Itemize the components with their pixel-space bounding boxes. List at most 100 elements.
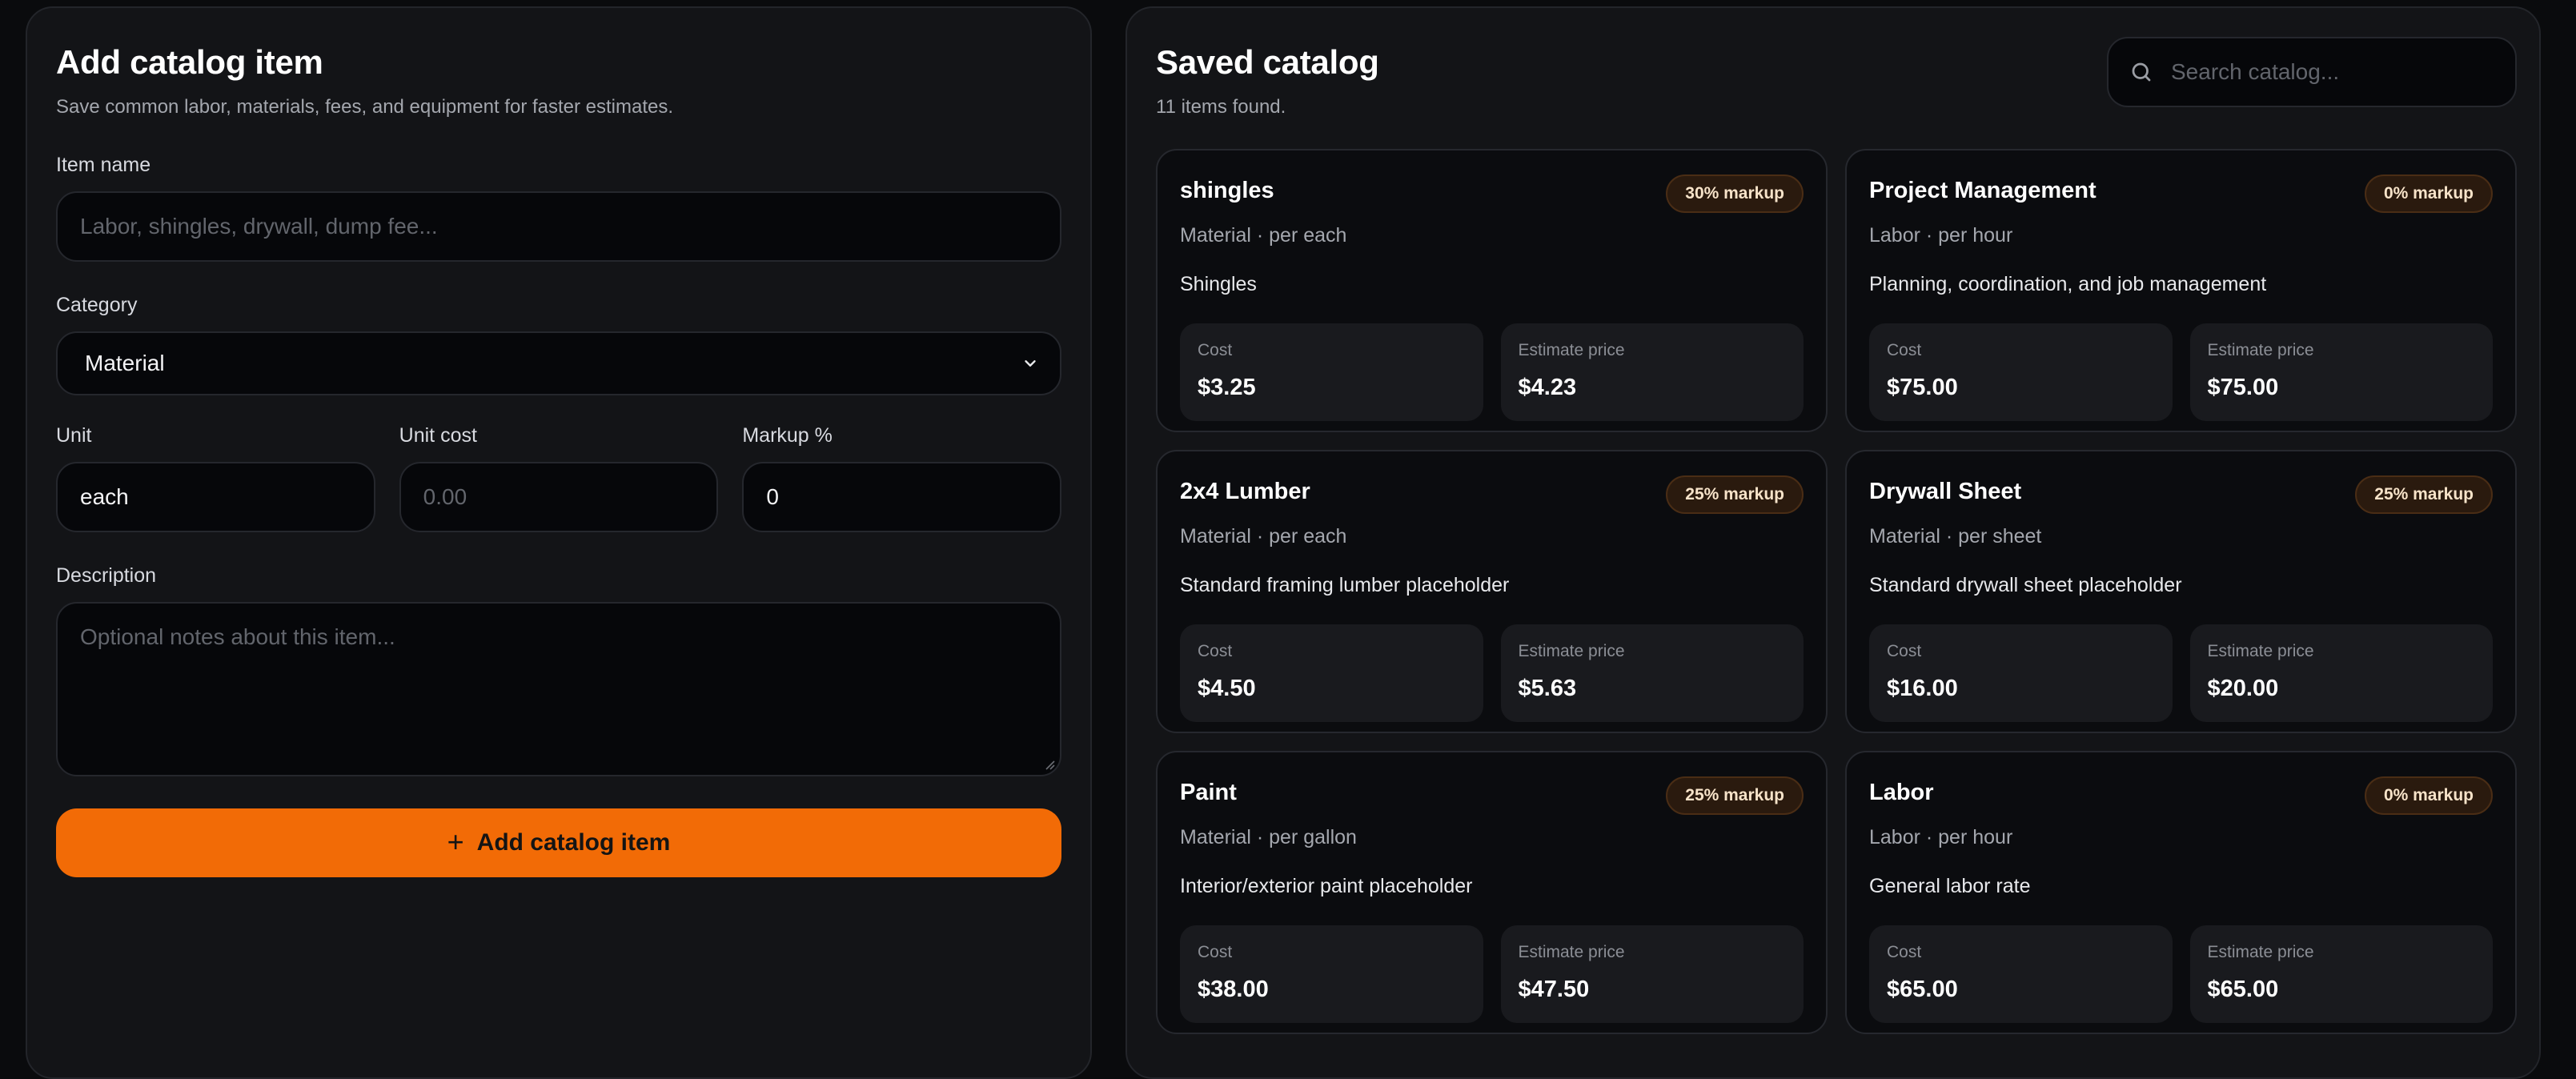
estimate-price-label: Estimate price — [2207, 341, 2314, 359]
catalog-card[interactable]: Project Management 0% markup Labor · per… — [1845, 149, 2517, 432]
cost-box: Cost $65.00 — [1869, 925, 2173, 1023]
card-name: 2x4 Lumber — [1180, 479, 1310, 504]
card-name: shingles — [1180, 178, 1274, 203]
card-meta: Material · per each — [1180, 525, 1347, 548]
estimate-price-value: $4.23 — [1518, 375, 1577, 400]
cost-label: Cost — [1198, 341, 1233, 359]
card-description: Planning, coordination, and job manageme… — [1869, 273, 2267, 295]
catalog-card[interactable]: Paint 25% markup Material · per gallon I… — [1156, 751, 1828, 1034]
markup-badge: 0% markup — [2364, 174, 2493, 213]
card-name: Drywall Sheet — [1869, 479, 2022, 504]
item-name-input[interactable]: Labor, shingles, drywall, dump fee... — [56, 191, 1061, 262]
estimate-price-box: Estimate price $75.00 — [2189, 323, 2493, 421]
card-description: Interior/exterior paint placeholder — [1180, 875, 1473, 897]
cost-value: $75.00 — [1887, 375, 1958, 400]
cost-value: $38.00 — [1198, 977, 1269, 1002]
markup-input[interactable]: 0 — [742, 462, 1062, 532]
markup-badge: 25% markup — [1666, 475, 1804, 514]
card-meta: Labor · per hour — [1869, 224, 2013, 247]
estimate-price-value: $47.50 — [1518, 977, 1590, 1002]
markup-badge: 25% markup — [2355, 475, 2493, 514]
card-meta: Material · per sheet — [1869, 525, 2042, 548]
markup-value: 0 — [766, 484, 779, 509]
unit-label: Unit — [56, 424, 92, 447]
card-name: Project Management — [1869, 178, 2097, 203]
card-description: Shingles — [1180, 273, 1257, 295]
estimate-price-box: Estimate price $20.00 — [2189, 624, 2493, 722]
markup-badge: 30% markup — [1666, 174, 1804, 213]
card-description: Standard drywall sheet placeholder — [1869, 574, 2182, 596]
card-meta: Material · per gallon — [1180, 826, 1357, 848]
form-subtitle: Save common labor, materials, fees, and … — [56, 96, 674, 118]
estimate-price-value: $65.00 — [2207, 977, 2279, 1002]
card-meta: Material · per each — [1180, 224, 1347, 247]
card-name: Paint — [1180, 780, 1237, 805]
unit-cost-markup-row: Unit each Unit cost 0.00 Markup % 0 — [56, 395, 1062, 532]
catalog-count: 11 items found. — [1156, 96, 1286, 118]
estimate-price-label: Estimate price — [1518, 341, 1625, 359]
add-catalog-item-label: Add catalog item — [476, 829, 671, 856]
card-meta: Labor · per hour — [1869, 826, 2013, 848]
estimate-price-box: Estimate price $47.50 — [1500, 925, 1804, 1023]
estimate-price-label: Estimate price — [2207, 642, 2314, 660]
category-label: Category — [56, 294, 138, 316]
category-select[interactable]: Material — [56, 331, 1061, 395]
estimate-price-label: Estimate price — [1518, 943, 1625, 961]
estimate-price-value: $20.00 — [2207, 676, 2279, 701]
cost-label: Cost — [1887, 341, 1922, 359]
cost-value: $3.25 — [1198, 375, 1256, 400]
cost-box: Cost $16.00 — [1869, 624, 2173, 722]
resize-grip-icon[interactable] — [1042, 757, 1055, 770]
markup-badge: 0% markup — [2364, 776, 2493, 815]
unit-cost-placeholder: 0.00 — [423, 484, 467, 509]
card-description: General labor rate — [1869, 875, 2031, 897]
cost-box: Cost $3.25 — [1180, 323, 1483, 421]
estimate-price-value: $5.63 — [1518, 676, 1577, 701]
estimate-price-label: Estimate price — [2207, 943, 2314, 961]
cost-label: Cost — [1198, 642, 1233, 660]
markup-label: Markup % — [742, 424, 833, 447]
cost-label: Cost — [1887, 943, 1922, 961]
estimate-price-box: Estimate price $4.23 — [1500, 323, 1804, 421]
cost-value: $65.00 — [1887, 977, 1958, 1002]
unit-value: each — [80, 484, 129, 509]
estimate-price-box: Estimate price $5.63 — [1500, 624, 1804, 722]
search-input[interactable]: Search catalog... — [2107, 37, 2517, 107]
cost-box: Cost $75.00 — [1869, 323, 2173, 421]
cost-value: $4.50 — [1198, 676, 1256, 701]
markup-badge: 25% markup — [1666, 776, 1804, 815]
unit-cost-input[interactable]: 0.00 — [399, 462, 719, 532]
search-placeholder: Search catalog... — [2171, 59, 2340, 84]
description-textarea[interactable]: Optional notes about this item... — [56, 602, 1061, 776]
catalog-card[interactable]: Labor 0% markup Labor · per hour General… — [1845, 751, 2517, 1034]
saved-catalog-panel: Saved catalog 11 items found. Search cat… — [1125, 6, 2541, 1079]
unit-cost-label: Unit cost — [399, 424, 477, 447]
item-name-placeholder: Labor, shingles, drywall, dump fee... — [80, 214, 438, 239]
card-name: Labor — [1869, 780, 1934, 805]
description-placeholder: Optional notes about this item... — [80, 624, 395, 649]
category-value: Material — [85, 351, 165, 375]
catalog-title: Saved catalog — [1156, 43, 1379, 81]
description-label: Description — [56, 564, 157, 587]
search-icon — [2132, 62, 2151, 82]
catalog-card[interactable]: Drywall Sheet 25% markup Material · per … — [1845, 450, 2517, 733]
catalog-card[interactable]: shingles 30% markup Material · per each … — [1156, 149, 1828, 432]
catalog-card[interactable]: 2x4 Lumber 25% markup Material · per eac… — [1156, 450, 1828, 733]
form-title: Add catalog item — [56, 43, 323, 81]
item-name-label: Item name — [56, 154, 151, 176]
plus-icon: + — [447, 824, 464, 858]
estimate-price-box: Estimate price $65.00 — [2189, 925, 2493, 1023]
cost-box: Cost $38.00 — [1180, 925, 1483, 1023]
chevron-down-icon — [1025, 360, 1036, 367]
estimate-price-value: $75.00 — [2207, 375, 2279, 400]
cost-label: Cost — [1198, 943, 1233, 961]
cost-box: Cost $4.50 — [1180, 624, 1483, 722]
cost-value: $16.00 — [1887, 676, 1958, 701]
unit-input[interactable]: each — [56, 462, 375, 532]
add-catalog-item-button[interactable]: + Add catalog item — [56, 808, 1061, 877]
card-description: Standard framing lumber placeholder — [1180, 574, 1510, 596]
estimate-price-label: Estimate price — [1518, 642, 1625, 660]
add-catalog-item-panel: Add catalog item Save common labor, mate… — [26, 6, 1092, 1079]
cost-label: Cost — [1887, 642, 1922, 660]
catalog-grid: shingles 30% markup Material · per each … — [1156, 149, 2517, 1034]
